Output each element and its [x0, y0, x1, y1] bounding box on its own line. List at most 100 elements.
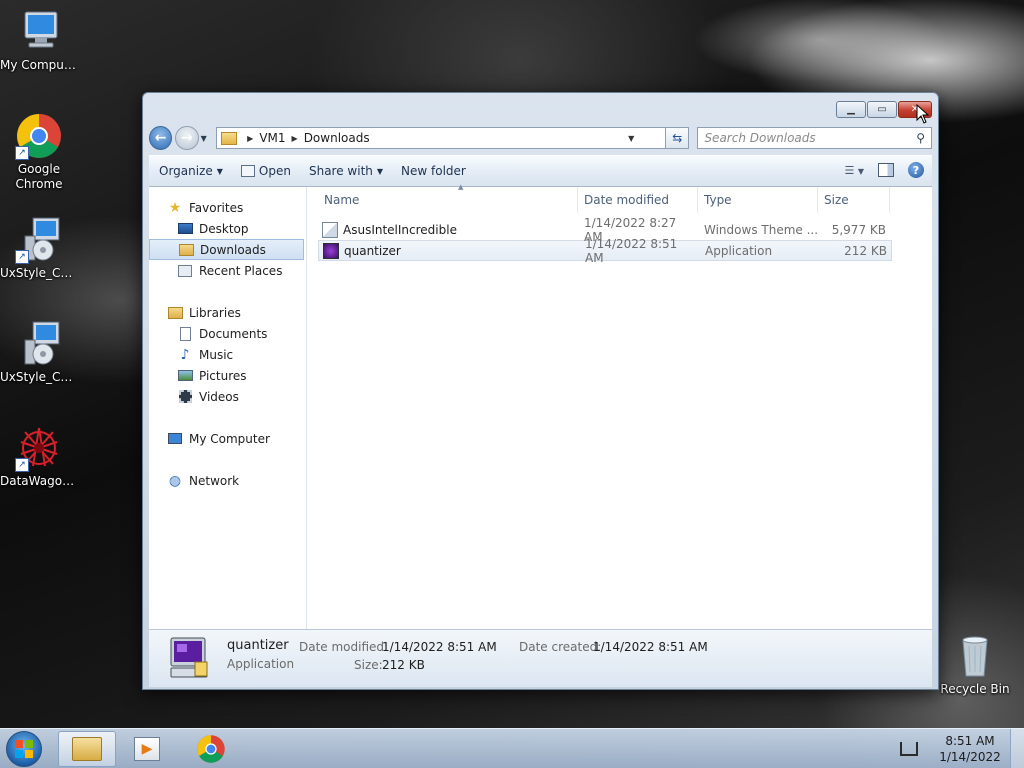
file-row[interactable]: quantizer 1/14/2022 8:51 AM Application … [318, 237, 892, 265]
nav-label: Desktop [199, 221, 249, 236]
nav-label: Music [199, 347, 234, 362]
nav-item-music[interactable]: ♪ Music [149, 344, 306, 365]
explorer-folder-icon [72, 737, 102, 761]
refresh-icon: ⇆ [672, 131, 683, 145]
refresh-button[interactable]: ⇆ [666, 127, 690, 149]
nav-item-my-computer[interactable]: My Computer [149, 428, 306, 449]
details-date-modified: 1/14/2022 8:51 AM [382, 640, 497, 654]
search-input[interactable]: Search Downloads ⚲ [697, 127, 932, 149]
change-view-button[interactable]: ☰ ▼ [844, 164, 864, 177]
videos-icon [177, 390, 193, 404]
libraries-icon [167, 306, 183, 320]
search-icon[interactable]: ⚲ [916, 131, 925, 145]
address-history-dropdown[interactable]: ▼ [623, 128, 639, 148]
desktop-icon-label: UxStyle_Cor... [0, 266, 78, 280]
details-file-name: quantizer [227, 638, 289, 653]
desktop-icon-recycle-bin[interactable]: Recycle Bin [936, 632, 1014, 697]
show-desktop-button[interactable] [1010, 729, 1024, 768]
file-type: Application [705, 243, 773, 258]
shortcut-arrow-icon: ↗ [15, 250, 29, 264]
nav-item-network[interactable]: ◍ Network [149, 470, 306, 491]
nav-item-desktop[interactable]: Desktop [149, 218, 306, 239]
share-with-label: Share with [308, 164, 373, 178]
new-folder-label: New folder [401, 164, 466, 178]
shortcut-arrow-icon: ↗ [15, 458, 29, 472]
star-icon: ★ [168, 199, 182, 216]
file-name: AsusIntelIncredible [343, 222, 457, 237]
details-date-created: 1/14/2022 8:51 AM [593, 640, 708, 654]
nav-item-videos[interactable]: Videos [149, 386, 306, 407]
desktop-icon-label: UxStyle_Cor... [0, 370, 78, 384]
pictures-icon [177, 369, 193, 383]
breadcrumb-vm1[interactable]: VM1 [259, 131, 285, 145]
desktop-icon-label: My Computer [0, 58, 78, 72]
organize-label: Organize [159, 164, 213, 178]
column-header-name[interactable]: Name [318, 187, 578, 213]
nav-item-recent-places[interactable]: Recent Places [149, 260, 306, 281]
desktop-icon-uxstyle-2[interactable]: UxStyle_Cor... [0, 320, 78, 385]
media-player-icon: ▶ [134, 737, 160, 761]
maximize-button[interactable]: ▭ [867, 101, 897, 118]
network-icon: ◍ [168, 472, 182, 489]
search-placeholder: Search Downloads [704, 131, 816, 145]
help-icon[interactable]: ? [908, 162, 924, 178]
application-icon [167, 636, 211, 680]
nav-label: Videos [199, 389, 239, 404]
new-folder-button[interactable]: New folder [401, 164, 466, 178]
desktop-icon-my-computer[interactable]: My Computer [0, 8, 78, 73]
chevron-down-icon: ▼ [216, 166, 223, 176]
clock[interactable]: 8:51 AM 1/14/2022 [930, 733, 1010, 765]
details-size: 212 KB [382, 658, 425, 672]
computer-icon [15, 8, 63, 56]
music-icon: ♪ [180, 346, 190, 363]
address-bar[interactable]: ▶ VM1 ▶ Downloads ▼ [216, 127, 667, 149]
share-with-button[interactable]: Share with ▼ [309, 164, 383, 178]
nav-item-favorites[interactable]: ★ Favorites [149, 197, 306, 218]
nav-item-downloads[interactable]: Downloads [149, 239, 304, 260]
file-list-pane: ▲ Name Date modified Type Size AsusIntel… [308, 183, 932, 629]
desktop-icon-uxstyle-1[interactable]: ↗ UxStyle_Cor... [0, 216, 78, 281]
installer-icon: ↗ [15, 216, 63, 264]
desktop-icon-label: DataWagon... [0, 474, 78, 488]
network-status-icon[interactable] [900, 742, 918, 756]
nav-item-libraries[interactable]: Libraries [149, 302, 306, 323]
column-header-size[interactable]: Size [818, 187, 890, 213]
open-button[interactable]: Open [240, 164, 291, 178]
navigation-pane: ★ Favorites Desktop Downloads Recent Pla… [149, 187, 307, 629]
column-header-type[interactable]: Type [698, 187, 818, 213]
recent-pages-dropdown[interactable]: ▼ [201, 134, 213, 143]
arrow-left-icon: ← [154, 130, 167, 146]
open-label: Open [258, 164, 291, 178]
back-button[interactable]: ← [149, 126, 173, 150]
arrow-right-icon: → [181, 130, 193, 146]
start-button[interactable] [6, 731, 42, 767]
column-header-date-modified[interactable]: Date modified [578, 187, 698, 213]
taskbar-chrome-button[interactable] [182, 731, 240, 767]
chevron-right-icon[interactable]: ▶ [292, 134, 298, 143]
minimize-button[interactable]: ▁ [836, 101, 866, 118]
nav-item-documents[interactable]: Documents [149, 323, 306, 344]
details-date-created-label: Date created: [519, 640, 602, 654]
preview-pane-button[interactable] [878, 163, 894, 177]
forward-button[interactable]: → [175, 126, 199, 150]
desktop-icon-label: Recycle Bin [940, 682, 1010, 696]
chrome-icon: ↗ [15, 112, 63, 160]
mouse-cursor-icon [916, 103, 930, 127]
organize-button[interactable]: Organize ▼ [159, 164, 223, 178]
chevron-right-icon[interactable]: ▶ [247, 134, 253, 143]
clock-date: 1/14/2022 [939, 750, 1001, 764]
taskbar-explorer-button[interactable] [58, 731, 116, 767]
nav-label: Pictures [199, 368, 247, 383]
nav-label: Documents [199, 326, 268, 341]
file-size: 5,977 KB [831, 222, 886, 237]
desktop-icon-google-chrome[interactable]: ↗ Google Chrome [0, 112, 78, 192]
theme-file-icon [322, 221, 338, 238]
nav-item-pictures[interactable]: Pictures [149, 365, 306, 386]
file-list: AsusIntelIncredible 1/14/2022 8:27 AM Wi… [318, 216, 892, 265]
taskbar-media-player-button[interactable]: ▶ [118, 731, 176, 767]
breadcrumb-downloads[interactable]: Downloads [304, 131, 370, 145]
nav-label: Favorites [189, 200, 244, 215]
minimize-icon: ▁ [847, 104, 855, 115]
nav-label: Libraries [189, 305, 241, 320]
desktop-icon-datawagon[interactable]: ↗ DataWagon... [0, 424, 78, 489]
